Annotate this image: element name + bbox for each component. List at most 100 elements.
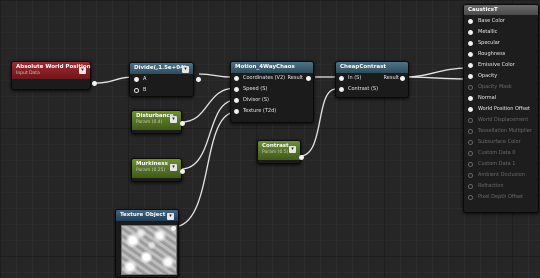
custom-data-1-pin[interactable] (468, 162, 473, 167)
metallic-pin[interactable] (468, 30, 473, 35)
murkiness-header[interactable]: Murkiness Param (0.25) ▾ (132, 159, 181, 178)
motion-pin-divisor-label: Divisor (S) (243, 97, 269, 103)
chevron-down-icon[interactable]: ▾ (170, 164, 177, 171)
base-color-pin[interactable] (468, 19, 473, 24)
divide-output-pin[interactable] (196, 77, 201, 82)
emissive-color-pin[interactable] (468, 63, 473, 68)
world-position-header[interactable]: Absolute World Position Input Data ▾ (12, 62, 91, 79)
divide-header[interactable]: Divide(,1.5e+04) ▾ (130, 63, 193, 74)
material-pin-label: Subsurface Color (478, 139, 521, 145)
contrast-param-node[interactable]: Contrast Param (0.5) ▾ (257, 140, 304, 164)
material-pin-normal: Normal (464, 93, 538, 104)
world-position-offset-pin[interactable] (468, 107, 473, 112)
material-pin-label: Base Color (478, 18, 505, 24)
divide-title: Divide(,1.5e+04) (134, 65, 187, 71)
material-pin-roughness: Roughness (464, 49, 538, 60)
motion-4waychaos-node[interactable]: Motion_4WayChaos Coordinates (V2) Result… (230, 61, 314, 123)
murkiness-output-pin[interactable] (180, 169, 185, 174)
chevron-down-icon[interactable]: ▾ (182, 66, 189, 73)
world-displacement-pin[interactable] (468, 118, 473, 123)
motion-pin-speed-label: Speed (S) (243, 86, 268, 92)
specular-pin[interactable] (468, 41, 473, 46)
motion-pin-texture-row: Texture (T2d) (231, 106, 313, 117)
disturbance-title: Disturbance (136, 113, 174, 119)
pixel-depth-offset-pin[interactable] (468, 195, 473, 200)
material-pin-tessellation-multiplier: Tessellation Multiplier (464, 126, 538, 137)
material-pin-label: Custom Data 1 (478, 161, 516, 167)
material-pin-label: Roughness (478, 51, 506, 57)
disturbance-param-node[interactable]: Disturbance Param (0.4) ▾ (131, 110, 185, 134)
cheap-contrast-pin-contrast-label: Contrast (S) (348, 86, 379, 92)
cheap-contrast-output-pin[interactable] (400, 76, 405, 81)
ambient-occlusion-pin[interactable] (468, 173, 473, 178)
cheap-contrast-node[interactable]: CheapContrast In (S) Result Contrast (S) (335, 61, 409, 98)
world-position-node[interactable]: Absolute World Position Input Data ▾ (11, 61, 97, 90)
chevron-down-icon[interactable]: ▾ (289, 146, 296, 153)
motion-pin-coordinates[interactable] (234, 76, 239, 81)
material-pin-base-color: Base Color (464, 16, 538, 27)
divide-pin-b[interactable] (134, 88, 139, 93)
tessellation-multiplier-pin[interactable] (468, 129, 473, 134)
material-pin-world-displacement: World Displacement (464, 115, 538, 126)
contrast-header[interactable]: Contrast Param (0.5) ▾ (258, 141, 300, 160)
material-pin-opacity-mask: Opacity Mask (464, 82, 538, 93)
divide-pin-a-row: A (130, 74, 193, 85)
opacity-mask-pin[interactable] (468, 85, 473, 90)
cheap-contrast-output-label: Result (383, 75, 399, 81)
material-pin-emissive-color: Emissive Color (464, 60, 538, 71)
divide-node[interactable]: Divide(,1.5e+04) ▾ A B (129, 62, 201, 97)
material-pin-metallic: Metallic (464, 27, 538, 38)
cheap-contrast-pin-contrast[interactable] (339, 87, 344, 92)
disturbance-header[interactable]: Disturbance Param (0.4) ▾ (132, 111, 181, 130)
motion-title: Motion_4WayChaos (235, 64, 295, 70)
divide-pin-b-label: B (143, 87, 147, 93)
texture-object-node[interactable]: Texture Object ▾ (115, 209, 179, 278)
material-pin-ambient-occlusion: Ambient Occlusion (464, 170, 538, 181)
normal-pin[interactable] (468, 96, 473, 101)
disturbance-output-pin[interactable] (180, 121, 185, 126)
material-pin-label: Refraction (478, 183, 504, 189)
motion-header[interactable]: Motion_4WayChaos (231, 62, 313, 73)
refraction-pin[interactable] (468, 184, 473, 189)
opacity-pin[interactable] (468, 74, 473, 79)
material-pin-label: World Position Offset (478, 106, 530, 112)
material-pin-pixel-depth-offset: Pixel Depth Offset (464, 192, 538, 203)
motion-pin-texture[interactable] (234, 109, 239, 114)
material-pin-label: Custom Data 0 (478, 150, 516, 156)
wire-divide-to-motion-coords (198, 73, 232, 78)
wire-cheap-to-emissive (404, 67, 469, 78)
material-pin-label: Metallic (478, 29, 498, 35)
material-pin-label: World Displacement (478, 117, 529, 123)
cheap-contrast-pin-in[interactable] (339, 76, 344, 81)
divide-pin-a[interactable] (134, 77, 139, 82)
wire-cheap-to-opacity (404, 76, 469, 80)
cheap-contrast-title: CheapContrast (340, 64, 387, 70)
custom-data-0-pin[interactable] (468, 151, 473, 156)
subsurface-color-pin[interactable] (468, 140, 473, 145)
contrast-output-pin[interactable] (299, 155, 304, 160)
motion-pin-divisor[interactable] (234, 98, 239, 103)
material-pin-label: Pixel Depth Offset (478, 194, 523, 200)
roughness-pin[interactable] (468, 52, 473, 57)
chevron-down-icon[interactable]: ▾ (170, 116, 177, 123)
material-pin-label: Opacity (478, 73, 498, 79)
chevron-down-icon[interactable]: ▾ (167, 213, 174, 220)
motion-output-pin[interactable] (306, 76, 311, 81)
texture-object-header[interactable]: Texture Object ▾ (116, 210, 178, 221)
divide-pin-b-row: B (130, 85, 193, 96)
cheap-contrast-header[interactable]: CheapContrast (336, 62, 408, 73)
contrast-title: Contrast (262, 143, 289, 149)
murkiness-param-node[interactable]: Murkiness Param (0.25) ▾ (131, 158, 185, 182)
cheap-contrast-pin-in-label: In (S) (348, 75, 362, 81)
world-position-output-pin[interactable] (92, 81, 97, 86)
material-result-node[interactable]: CausticsT Base Color Metallic Specular R… (463, 4, 539, 213)
motion-pin-speed[interactable] (234, 87, 239, 92)
texture-object-output-pin[interactable] (171, 226, 176, 231)
material-header[interactable]: CausticsT (464, 5, 538, 15)
motion-pin-divisor-row: Divisor (S) (231, 95, 313, 106)
material-pin-label: Normal (478, 95, 497, 101)
motion-pin-speed-row: Speed (S) (231, 84, 313, 95)
wire-murkiness-to-motion-divisor (180, 99, 237, 170)
material-pin-opacity: Opacity (464, 71, 538, 82)
chevron-down-icon[interactable]: ▾ (79, 67, 86, 74)
